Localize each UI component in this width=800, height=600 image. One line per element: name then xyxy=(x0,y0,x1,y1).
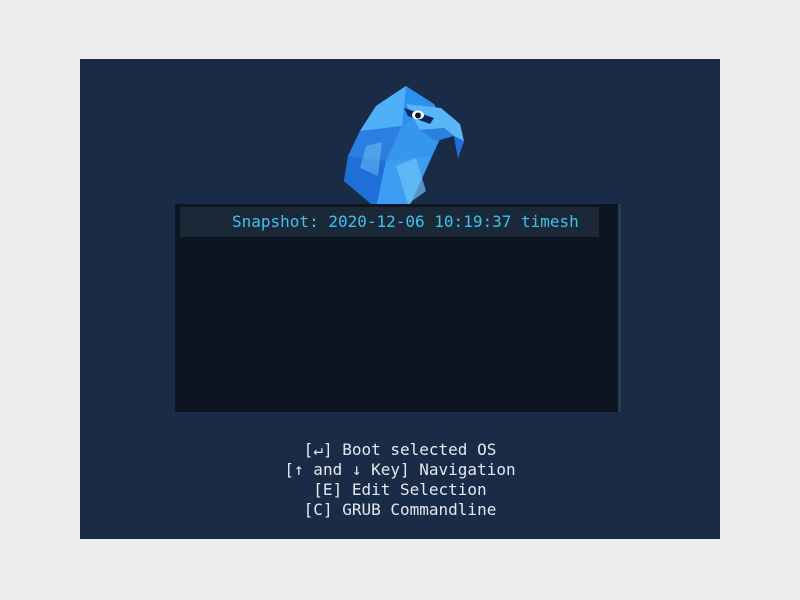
grub-screen: Snapshot: 2020-12-06 10:19:37 timesh [↵]… xyxy=(80,59,720,539)
help-navigation: [↑ and ↓ Key] Navigation xyxy=(284,460,516,479)
menu-entry-snapshot[interactable]: Snapshot: 2020-12-06 10:19:37 timesh xyxy=(180,207,599,237)
boot-menu: Snapshot: 2020-12-06 10:19:37 timesh xyxy=(175,204,621,412)
help-edit-selection: [E] Edit Selection xyxy=(313,480,487,499)
help-text: [↵] Boot selected OS [↑ and ↓ Key] Navig… xyxy=(80,440,720,520)
eagle-logo-icon xyxy=(344,86,464,214)
help-grub-commandline: [C] GRUB Commandline xyxy=(303,500,497,519)
help-boot-selected: [↵] Boot selected OS xyxy=(303,440,497,459)
